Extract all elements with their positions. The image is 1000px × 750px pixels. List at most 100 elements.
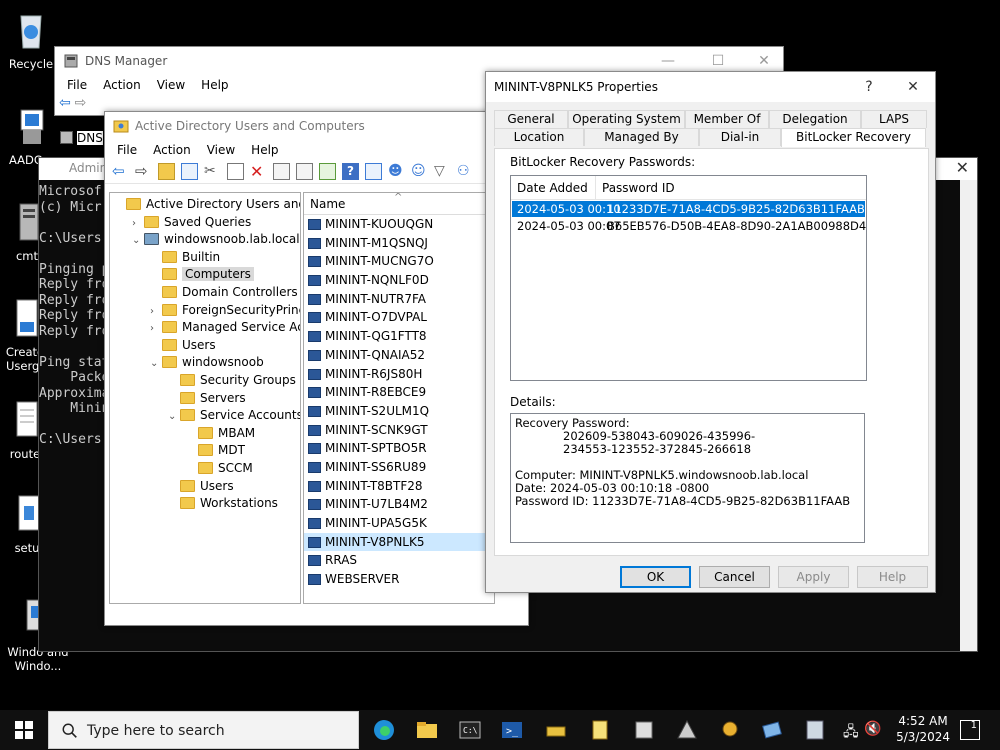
tree-node[interactable]: Servers <box>168 390 246 407</box>
list-item[interactable]: MININT-R8EBCE9 <box>304 383 494 402</box>
taskbar-search-box[interactable]: Type here to search <box>48 711 359 749</box>
tree-node[interactable]: Security Groups <box>168 372 296 389</box>
tab-bitlocker-recovery[interactable]: BitLocker Recovery <box>781 128 926 147</box>
menu-file[interactable]: File <box>59 78 95 92</box>
up-folder-icon[interactable] <box>158 163 175 180</box>
chevron-down-icon[interactable]: ⌄ <box>168 408 180 425</box>
list-item[interactable]: MININT-QNAIA52 <box>304 346 494 365</box>
troubleshoot-icon[interactable] <box>718 718 742 742</box>
help-icon[interactable]: ? <box>342 163 359 180</box>
show-console-tree-icon[interactable] <box>181 163 198 180</box>
delete-icon[interactable]: ✕ <box>250 163 267 180</box>
refresh-icon[interactable] <box>296 163 313 180</box>
menu-file[interactable]: File <box>109 143 145 157</box>
help-button[interactable]: ? <box>846 73 892 101</box>
powershell-icon[interactable]: >_ <box>500 718 524 742</box>
menu-view[interactable]: View <box>199 143 243 157</box>
apply-button[interactable]: Apply <box>778 566 849 588</box>
action-pane-icon[interactable] <box>365 163 382 180</box>
tree-node[interactable]: SCCM <box>186 460 253 477</box>
column-header-name[interactable]: Name ^ <box>304 193 494 215</box>
tree-node[interactable]: Computers <box>150 266 254 283</box>
ok-button[interactable]: OK <box>620 566 691 588</box>
notification-center-button[interactable]: 1 <box>960 720 980 740</box>
network-tool-icon[interactable] <box>675 718 699 742</box>
chevron-right-icon[interactable]: › <box>150 320 162 337</box>
tree-node[interactable]: › ForeignSecurityPrincipals <box>150 302 300 320</box>
column-password-id[interactable]: Password ID <box>596 176 861 199</box>
help-button-bottom[interactable]: Help <box>857 566 928 588</box>
tree-node[interactable]: ⌄ Service Accounts <box>168 407 300 425</box>
console-scrollbar[interactable] <box>960 180 977 651</box>
list-item[interactable]: MININT-UPA5G5K <box>304 514 494 533</box>
tab-managed-by[interactable]: Managed By <box>584 128 699 146</box>
list-item[interactable]: MININT-KUOUQGN <box>304 215 494 234</box>
tree-node[interactable]: MBAM <box>186 425 255 442</box>
volume-icon[interactable]: 🔇 <box>864 721 881 737</box>
chevron-down-icon[interactable]: ⌄ <box>150 355 162 372</box>
close-button[interactable]: ✕ <box>890 73 936 101</box>
aduc-window[interactable]: Active Directory Users and Computers Fil… <box>104 111 529 626</box>
close-icon[interactable]: ✕ <box>956 158 969 177</box>
object-list[interactable]: Name ^ MININT-KUOUQGN MININT-M1QSNQJ MININT… <box>303 192 495 604</box>
export-list-icon[interactable] <box>319 163 336 180</box>
list-item[interactable]: WEBSERVER <box>304 570 494 589</box>
tree-node[interactable]: Domain Controllers <box>150 284 298 301</box>
tab-location[interactable]: Location <box>494 128 584 146</box>
properties-dialog[interactable]: MININT-V8PNLK5 Properties ? ✕ General Op… <box>485 71 936 593</box>
network-icon[interactable]: 🖧 <box>843 721 859 745</box>
tab-operating-system[interactable]: Operating System <box>568 110 685 128</box>
tab-laps[interactable]: LAPS <box>861 110 927 128</box>
tree-node[interactable]: Active Directory Users and Com <box>114 196 300 213</box>
list-item[interactable]: MININT-SPTBO5R <box>304 439 494 458</box>
registry-icon[interactable] <box>632 718 656 742</box>
tab-general[interactable]: General <box>494 110 568 128</box>
recovery-passwords-list[interactable]: Date Added Password ID 2024-05-03 00:10 1… <box>510 175 867 381</box>
chevron-right-icon[interactable]: › <box>132 215 144 232</box>
list-item[interactable]: MININT-T8BTF28 <box>304 477 494 496</box>
forward-arrow-icon[interactable]: ⇨ <box>75 95 87 111</box>
tree-node[interactable]: › Managed Service Accour <box>150 319 300 337</box>
menu-action[interactable]: Action <box>95 78 149 92</box>
list-item[interactable]: MININT-QG1FTT8 <box>304 327 494 346</box>
chevron-right-icon[interactable]: › <box>150 303 162 320</box>
chevron-down-icon[interactable]: ⌄ <box>132 232 144 249</box>
list-item[interactable]: MININT-NUTR7FA <box>304 290 494 309</box>
list-item[interactable]: MININT-M1QSNQJ <box>304 234 494 253</box>
copy-icon[interactable] <box>227 163 244 180</box>
list-item[interactable]: MININT-V8PNLK5 <box>304 532 494 552</box>
back-arrow-icon[interactable]: ⇦ <box>112 163 129 180</box>
add-user-icon[interactable]: ☻ <box>388 163 405 180</box>
dns-taskbar-icon[interactable] <box>803 718 827 742</box>
table-row[interactable]: 2024-05-03 00:10 11233D7E-71A8-4CD5-9B25-… <box>512 201 865 217</box>
console-tree[interactable]: Active Directory Users and Com›Saved Que… <box>109 192 301 604</box>
add-to-group-icon[interactable]: ⚇ <box>457 163 474 180</box>
edge-icon[interactable] <box>372 718 396 742</box>
list-item[interactable]: MININT-SCNK9GT <box>304 421 494 440</box>
tree-node[interactable]: Users <box>150 337 216 354</box>
file-explorer-icon[interactable] <box>415 718 439 742</box>
details-box[interactable]: Recovery Password: 202609-538043-609026-… <box>510 413 865 543</box>
back-arrow-icon[interactable]: ⇦ <box>59 95 71 111</box>
list-item[interactable]: RRAS <box>304 551 494 570</box>
tree-node[interactable]: ⌄ windowsnoob.lab.local <box>132 231 300 248</box>
tree-node[interactable]: › Saved Queries <box>132 214 251 231</box>
tree-node[interactable]: Users <box>168 478 234 495</box>
clock[interactable]: 4:52 AM 5/3/2024 <box>896 713 950 745</box>
list-item[interactable]: MININT-SS6RU89 <box>304 458 494 477</box>
snipping-tool-icon[interactable] <box>760 718 784 742</box>
list-item[interactable]: MININT-S2ULM1Q <box>304 402 494 421</box>
cancel-button[interactable]: Cancel <box>699 566 770 588</box>
filter-icon[interactable]: ▽ <box>434 163 451 180</box>
column-date-added[interactable]: Date Added <box>511 176 596 199</box>
list-item[interactable]: MININT-NQNLF0D <box>304 271 494 290</box>
list-item[interactable]: MININT-O7DVPAL <box>304 308 494 327</box>
command-prompt-icon[interactable]: C:\ <box>458 718 482 742</box>
dns-tree-item[interactable]: DNS <box>60 131 103 145</box>
tree-node[interactable]: Workstations <box>168 495 278 512</box>
list-item[interactable]: MININT-MUCNG7O <box>304 252 494 271</box>
tree-node[interactable]: MDT <box>186 442 245 459</box>
tab-delegation[interactable]: Delegation <box>769 110 861 128</box>
list-item[interactable]: MININT-U7LB4M2 <box>304 495 494 514</box>
add-group-icon[interactable]: ☺ <box>411 163 428 180</box>
